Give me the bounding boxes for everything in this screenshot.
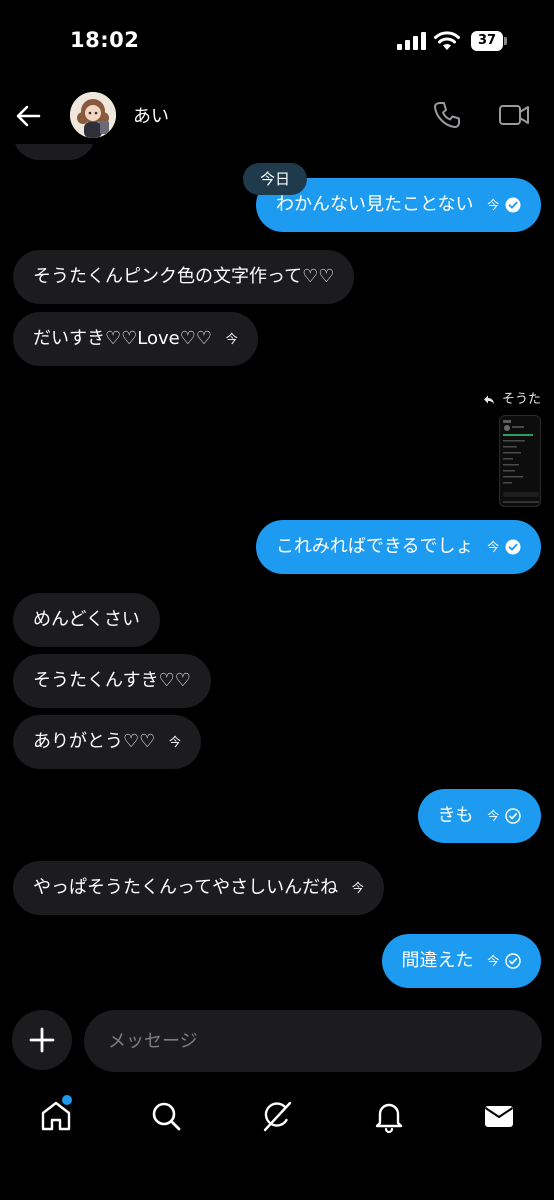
back-icon[interactable] — [14, 102, 42, 130]
reply-icon — [483, 395, 494, 404]
bottom-nav — [0, 1090, 554, 1150]
message-bubble-incoming[interactable]: やっぱそうたくんってやさしいんだね 今 — [13, 861, 384, 915]
message-text: これみればできるでしょ — [275, 536, 474, 557]
message-bubble-incoming[interactable]: だいすき♡♡Love♡♡ 今 — [13, 312, 258, 366]
message-bubble-incoming[interactable]: そうたくんすき♡♡ — [13, 654, 211, 708]
date-divider: 今日 — [243, 163, 308, 195]
status-bar: 18:02 37 — [0, 0, 554, 80]
search-icon[interactable] — [148, 1098, 184, 1134]
message-bubble-incoming[interactable]: そうたくんピンク色の文字作って♡♡ — [13, 250, 355, 304]
status-time: 18:02 — [70, 28, 140, 52]
video-icon[interactable] — [498, 100, 530, 130]
composer — [0, 1008, 554, 1074]
check-icon — [505, 808, 521, 824]
seen-label: 今 — [169, 735, 182, 749]
reply-indicator: そうた — [483, 388, 541, 407]
seen-label: 今 — [351, 881, 364, 895]
seen-label: 今 — [487, 198, 500, 212]
message-meta: 今 — [487, 934, 521, 988]
message-bubble-outgoing[interactable]: これみればできるでしょ 今 — [255, 520, 541, 574]
battery-level: 37 — [471, 31, 503, 51]
message-meta: 今 — [487, 178, 521, 232]
message-bubble-incoming[interactable]: ありがとう♡♡ 今 — [13, 715, 202, 769]
message-meta: 今 — [487, 789, 521, 843]
message-text: 間違えた — [401, 950, 474, 971]
add-attachment-button[interactable] — [12, 1010, 72, 1070]
message-text: ありがとう♡♡ — [33, 731, 156, 752]
message-meta: 今 — [226, 312, 238, 366]
message-text: そうたくんピンク色の文字作って♡♡ — [33, 266, 335, 287]
message-meta: 今 — [169, 715, 181, 769]
seen-label: 今 — [225, 332, 238, 346]
seen-label: 今 — [487, 954, 500, 968]
message-bubble-outgoing[interactable]: 間違えた 今 — [381, 934, 541, 988]
notification-dot — [62, 1095, 72, 1105]
wifi-icon — [434, 31, 460, 50]
plus-icon — [29, 1027, 55, 1053]
message-bubble-partial — [13, 144, 95, 160]
message-meta: 今 — [487, 520, 521, 574]
message-meta: 今 — [352, 861, 364, 915]
mail-icon[interactable] — [481, 1098, 517, 1134]
check-icon — [505, 539, 521, 555]
message-text: わかんない見たことない — [276, 194, 474, 215]
image-attachment[interactable] — [499, 415, 541, 507]
message-text: だいすき♡♡Love♡♡ — [33, 328, 212, 349]
seen-label: 今 — [487, 540, 500, 554]
reply-label: そうた — [501, 392, 541, 407]
signal-icon — [397, 32, 426, 50]
battery-icon: 37 — [471, 31, 507, 51]
grok-icon[interactable] — [259, 1098, 295, 1134]
check-icon — [505, 953, 521, 969]
avatar[interactable] — [70, 92, 116, 138]
message-text: やっぱそうたくんってやさしいんだね — [33, 877, 339, 898]
chat-header: あい — [0, 88, 554, 144]
message-bubble-incoming[interactable]: めんどくさい — [13, 593, 160, 647]
message-input[interactable] — [84, 1010, 542, 1072]
contact-name[interactable]: あい — [133, 102, 169, 128]
message-text: めんどくさい — [33, 609, 140, 630]
seen-label: 今 — [487, 809, 500, 823]
phone-icon[interactable] — [432, 100, 462, 130]
message-text: そうたくんすき♡♡ — [33, 670, 191, 691]
message-bubble-outgoing[interactable]: きも 今 — [417, 789, 541, 843]
bell-icon[interactable] — [371, 1098, 407, 1134]
message-list[interactable]: 今日 わかんない見たことない 今 そうたくんピンク色の文字作って♡♡ だいすき♡… — [0, 144, 554, 1004]
check-icon — [505, 197, 521, 213]
message-text: きも — [437, 805, 474, 826]
